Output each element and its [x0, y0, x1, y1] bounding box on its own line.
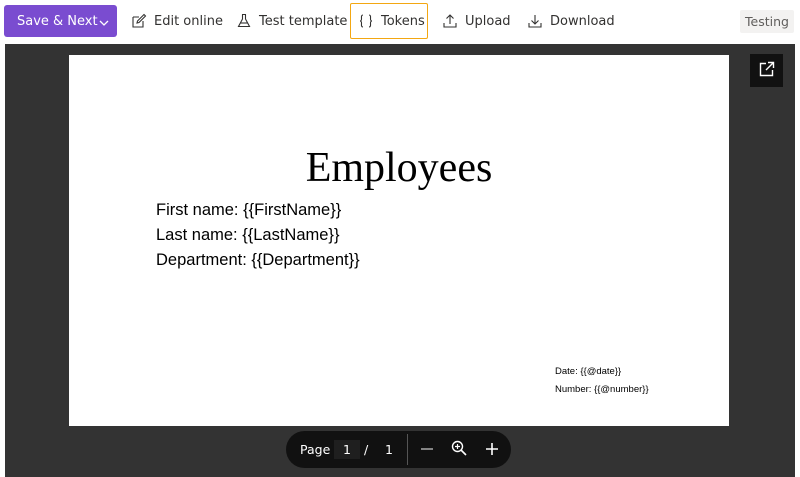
- open-external-icon: [759, 61, 775, 81]
- test-template-label: Test template: [259, 13, 348, 29]
- page-controls: Page 1 / 1: [286, 431, 511, 468]
- footer-date: Date: {{@date}}: [555, 366, 622, 377]
- chevron-down-icon[interactable]: [98, 14, 110, 33]
- open-external-button[interactable]: [750, 54, 783, 87]
- page-number-input[interactable]: 1: [334, 440, 360, 459]
- tokens-button[interactable]: Tokens: [350, 3, 428, 39]
- download-label: Download: [550, 13, 615, 29]
- zoom-in-icon: [485, 441, 499, 460]
- field-last-name: Last name: {{LastName}}: [156, 226, 340, 244]
- divider: [407, 434, 408, 465]
- download-button[interactable]: Download: [527, 5, 615, 37]
- zoom-out-button[interactable]: [417, 440, 437, 460]
- document-title: Employees: [305, 145, 493, 191]
- upload-icon: [442, 13, 458, 29]
- page-separator: /: [364, 442, 369, 457]
- edit-online-button[interactable]: Edit online: [131, 5, 223, 37]
- edit-icon: [131, 13, 147, 29]
- document-page: Employees First name: {{FirstName}} Last…: [69, 55, 729, 426]
- page-label: Page: [300, 442, 331, 457]
- status-badge: Testing: [740, 10, 794, 33]
- field-department: Department: {{Department}}: [156, 251, 360, 269]
- page-total: 1: [385, 442, 393, 457]
- tokens-label: Tokens: [381, 13, 425, 29]
- zoom-in-button[interactable]: [482, 440, 502, 460]
- download-icon: [527, 13, 543, 29]
- save-next-button[interactable]: Save & Next: [4, 5, 117, 37]
- footer-number: Number: {{@number}}: [555, 384, 649, 395]
- edit-online-label: Edit online: [154, 13, 223, 29]
- command-bar: Save & Next Edit online Test template To…: [0, 0, 800, 44]
- test-template-button[interactable]: Test template: [236, 5, 347, 37]
- flask-icon: [236, 13, 252, 29]
- zoom-icon: [451, 440, 467, 460]
- zoom-fit-button[interactable]: [449, 440, 469, 460]
- upload-label: Upload: [465, 13, 511, 29]
- braces-icon: [358, 13, 374, 29]
- zoom-out-icon: [420, 441, 434, 460]
- upload-button[interactable]: Upload: [442, 5, 511, 37]
- save-next-label: Save & Next: [17, 13, 98, 29]
- field-first-name: First name: {{FirstName}}: [156, 201, 342, 219]
